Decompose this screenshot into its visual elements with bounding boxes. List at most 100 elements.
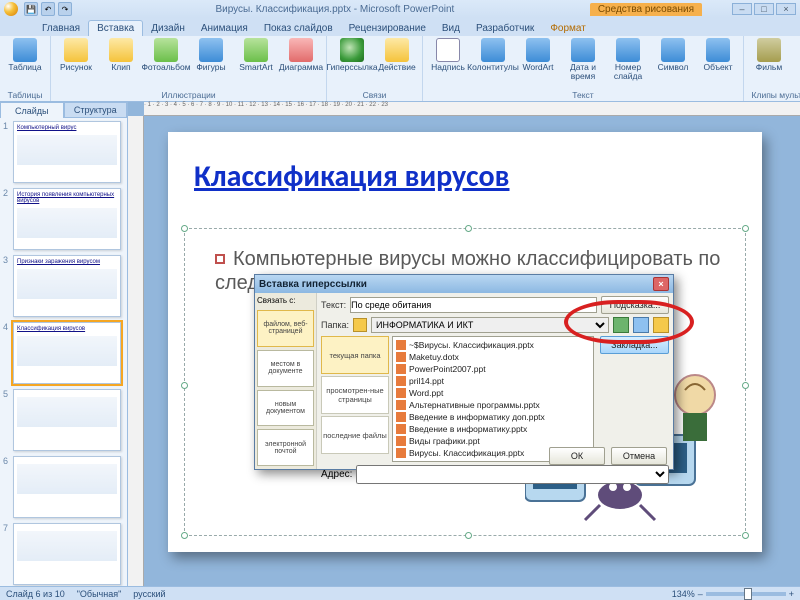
ribbon-гиперссылка[interactable]: Гиперссылка: [331, 38, 373, 72]
browse-web-icon[interactable]: [633, 317, 649, 333]
tab-design[interactable]: Дизайн: [143, 21, 193, 36]
tab-view[interactable]: Вид: [434, 21, 468, 36]
slide-thumbnail[interactable]: История появления компьютерных вирусов: [13, 188, 121, 250]
qat-undo-icon[interactable]: ↶: [41, 2, 55, 16]
zoom-controls[interactable]: 134% –+: [672, 589, 794, 599]
linkto-option[interactable]: новым документом: [257, 390, 314, 427]
ok-button[interactable]: ОК: [549, 447, 605, 465]
ribbon-диаграмма[interactable]: Диаграмма: [280, 38, 322, 72]
folder-select[interactable]: ИНФОРМАТИКА И ИКТ: [371, 317, 609, 333]
file-item[interactable]: Maketuy.dotx: [396, 351, 590, 363]
file-icon: [396, 364, 406, 374]
slide-canvas[interactable]: Классификация вирусов Компьютерные вирус…: [168, 132, 762, 552]
ribbon-таблица[interactable]: Таблица: [4, 38, 46, 72]
linkto-option[interactable]: электронной почтой: [257, 429, 314, 466]
pane-tab-outline[interactable]: Структура: [64, 102, 128, 118]
ribbon-надпись[interactable]: Надпись: [427, 38, 469, 72]
tab-animation[interactable]: Анимация: [193, 21, 256, 36]
folder-label: Папка:: [321, 320, 349, 330]
linkto-option[interactable]: файлом, веб-страницей: [257, 310, 314, 347]
look-in-column: текущая папкапросмотрен-ные страницыпосл…: [321, 336, 389, 462]
slide-thumbnail[interactable]: Классификация вирусов: [13, 322, 121, 384]
pane-tab-slides[interactable]: Слайды: [0, 102, 64, 118]
ribbon-рисунок[interactable]: Рисунок: [55, 38, 97, 72]
ribbon-колонтитулы[interactable]: Колонтитулы: [472, 38, 514, 72]
file-item[interactable]: ~$Вирусы. Классификация.pptx: [396, 339, 590, 351]
file-item[interactable]: pril14.ppt: [396, 375, 590, 387]
group-label: Таблицы: [8, 89, 43, 101]
slide-title[interactable]: Классификация вирусов: [168, 132, 762, 195]
slide-thumbnail[interactable]: [13, 456, 121, 518]
quick-access-toolbar: 💾 ↶ ↷: [24, 2, 72, 16]
address-input[interactable]: [356, 465, 669, 484]
ribbon-клип[interactable]: Клип: [100, 38, 142, 72]
ribbon-символ[interactable]: Символ: [652, 38, 694, 72]
lookin-option[interactable]: последние файлы: [321, 416, 389, 454]
file-icon: [396, 400, 406, 410]
file-icon: [396, 436, 406, 446]
slide-editor: · 1 · 2 · 3 · 4 · 5 · 6 · 7 · 8 · 9 · 10…: [128, 102, 800, 586]
bookmark-button[interactable]: Закладка...: [600, 336, 669, 354]
slide-thumbnail[interactable]: Признаки заражения вирусом: [13, 255, 121, 317]
ribbon-номер слайда[interactable]: Номер слайда: [607, 38, 649, 80]
tab-insert[interactable]: Вставка: [88, 20, 143, 36]
title-bar: 💾 ↶ ↷ Вирусы. Классификация.pptx - Micro…: [0, 0, 800, 18]
zoom-slider[interactable]: [706, 592, 786, 596]
status-theme: "Обычная": [77, 589, 122, 599]
qat-save-icon[interactable]: 💾: [24, 2, 38, 16]
dialog-title: Вставка гиперссылки: [259, 279, 367, 290]
lookin-option[interactable]: текущая папка: [321, 336, 389, 374]
browse-file-icon[interactable]: [653, 317, 669, 333]
lookin-option[interactable]: просмотрен-ные страницы: [321, 376, 389, 414]
display-text-input[interactable]: [350, 297, 597, 313]
file-list[interactable]: ~$Вирусы. Классификация.pptxMaketuy.dotx…: [392, 336, 594, 462]
file-icon: [396, 340, 406, 350]
office-button[interactable]: [4, 2, 18, 16]
ribbon-дата и время[interactable]: Дата и время: [562, 38, 604, 80]
ribbon-объект[interactable]: Объект: [697, 38, 739, 72]
close-button[interactable]: ×: [776, 3, 796, 15]
file-item[interactable]: Введение в информатику.pptx: [396, 423, 590, 435]
slide-thumbnail[interactable]: [13, 389, 121, 451]
tab-slideshow[interactable]: Показ слайдов: [256, 21, 341, 36]
dialog-titlebar[interactable]: Вставка гиперссылки ×: [255, 275, 673, 293]
linkto-option[interactable]: местом в документе: [257, 350, 314, 387]
ribbon-звук[interactable]: Звук: [793, 38, 800, 72]
screentip-button[interactable]: Подсказка...: [601, 296, 669, 314]
cancel-button[interactable]: Отмена: [611, 447, 667, 465]
maximize-button[interactable]: □: [754, 3, 774, 15]
slide-thumbnail[interactable]: Компьютерный вирус: [13, 121, 121, 183]
dialog-close-button[interactable]: ×: [653, 277, 669, 291]
ribbon-действие[interactable]: Действие: [376, 38, 418, 72]
file-item[interactable]: Виды графики.ppt: [396, 435, 590, 447]
ruler-horizontal: · 1 · 2 · 3 · 4 · 5 · 6 · 7 · 8 · 9 · 10…: [144, 102, 800, 116]
minimize-button[interactable]: –: [732, 3, 752, 15]
ribbon-фильм[interactable]: Фильм: [748, 38, 790, 72]
ribbon-фигуры[interactable]: Фигуры: [190, 38, 232, 72]
ruler-vertical: [128, 116, 144, 586]
insert-hyperlink-dialog: Вставка гиперссылки × Связать с:файлом, …: [254, 274, 674, 470]
tab-home[interactable]: Главная: [34, 21, 88, 36]
contextual-tab-label: Средства рисования: [590, 3, 702, 16]
ribbon-wordart[interactable]: WordArt: [517, 38, 559, 72]
qat-redo-icon[interactable]: ↷: [58, 2, 72, 16]
file-item[interactable]: Альтернативные программы.pptx: [396, 399, 590, 411]
file-icon: [396, 388, 406, 398]
tab-format[interactable]: Формат: [542, 21, 594, 36]
status-bar: Слайд 6 из 10 "Обычная" русский 134% –+: [0, 586, 800, 600]
tab-review[interactable]: Рецензирование: [341, 21, 434, 36]
file-icon: [396, 412, 406, 422]
file-item[interactable]: PowerPoint2007.ppt: [396, 363, 590, 375]
slide-thumbnail[interactable]: [13, 523, 121, 585]
ribbon: Таблица Таблицы РисунокКлипФотоальбомФигур…: [0, 36, 800, 102]
file-item[interactable]: Введение в информатику доп.pptx: [396, 411, 590, 423]
zoom-value: 134%: [672, 589, 695, 599]
ribbon-smartart[interactable]: SmartArt: [235, 38, 277, 72]
up-folder-icon[interactable]: [613, 317, 629, 333]
folder-icon: [353, 318, 367, 332]
ribbon-фотоальбом[interactable]: Фотоальбом: [145, 38, 187, 72]
group-label: Иллюстрации: [161, 89, 215, 101]
group-label: Клипы мультимедиа: [752, 89, 800, 101]
file-item[interactable]: Word.ppt: [396, 387, 590, 399]
tab-developer[interactable]: Разработчик: [468, 21, 542, 36]
